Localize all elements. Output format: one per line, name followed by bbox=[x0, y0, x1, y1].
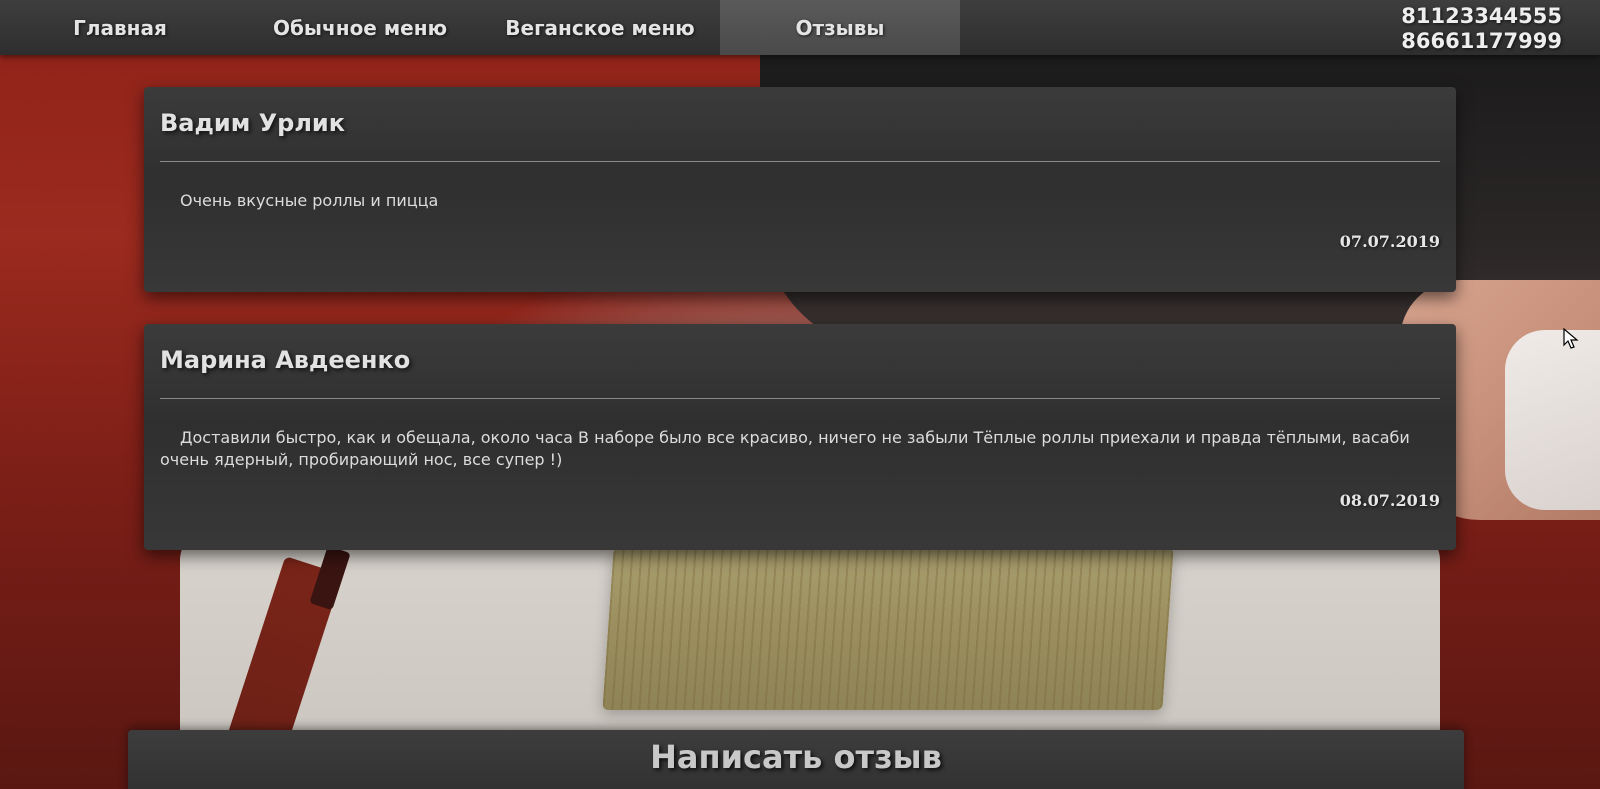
nav-item-regular-menu[interactable]: Обычное меню bbox=[240, 0, 480, 55]
review-divider bbox=[160, 398, 1440, 399]
nav-item-vegan-menu[interactable]: Веганское меню bbox=[480, 0, 720, 55]
review-card: Марина Авдеенко Доставили быстро, как и … bbox=[144, 324, 1456, 550]
review-text: Доставили быстро, как и обещала, около ч… bbox=[160, 428, 1410, 469]
review-date: 08.07.2019 bbox=[1339, 491, 1440, 510]
write-review-label: Написать отзыв bbox=[650, 738, 942, 776]
nav-item-reviews[interactable]: Отзывы bbox=[720, 0, 960, 55]
phone-number-1: 81123344555 bbox=[1401, 4, 1562, 28]
background-sushi-mat bbox=[602, 548, 1174, 710]
phone-numbers: 81123344555 86661177999 bbox=[1401, 4, 1562, 54]
top-navbar: Главная Обычное меню Веганское меню Отзы… bbox=[0, 0, 1600, 55]
write-review-button[interactable]: Написать отзыв bbox=[128, 730, 1464, 789]
phone-number-2: 86661177999 bbox=[1401, 29, 1562, 53]
review-divider bbox=[160, 161, 1440, 162]
review-card: Вадим Урлик Очень вкусные роллы и пицца … bbox=[144, 87, 1456, 292]
review-text: Очень вкусные роллы и пицца bbox=[180, 191, 439, 210]
background-glove bbox=[1505, 330, 1600, 510]
review-date: 07.07.2019 bbox=[1339, 232, 1440, 251]
nav-item-home[interactable]: Главная bbox=[0, 0, 240, 55]
review-author: Марина Авдеенко bbox=[160, 346, 411, 374]
review-author: Вадим Урлик bbox=[160, 109, 346, 137]
